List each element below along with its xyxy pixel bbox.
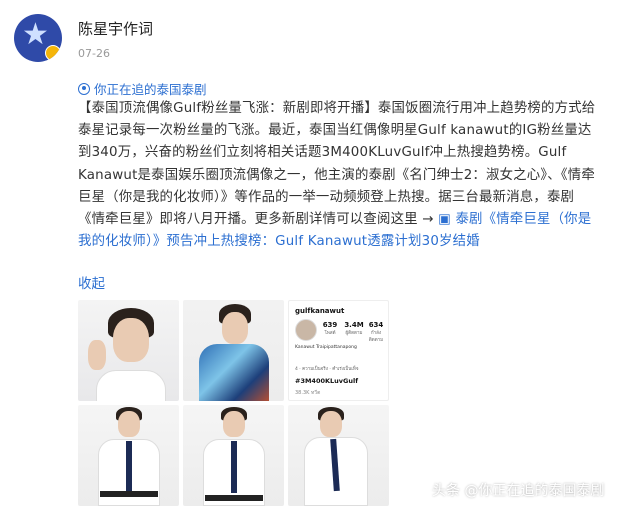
- ig-trend-line: 4 · ความเป็นจริง · คำเร่งเป็นเท็จ: [295, 367, 359, 372]
- ig-avatar: [295, 319, 317, 341]
- ig-posts-stat: 639 โพสต์: [322, 321, 338, 336]
- ig-fullname: Kanawut Traipipattanapong: [295, 345, 357, 350]
- photo-1[interactable]: [78, 300, 179, 401]
- ig-following-stat: 634 กำลังติดตาม: [368, 321, 384, 343]
- star-icon: ★: [22, 17, 49, 52]
- post-date: 07-26: [78, 47, 110, 60]
- ig-username: gulfkanawut: [295, 307, 345, 315]
- ig-views: 38.3K ทวีต: [295, 390, 321, 396]
- photo-2[interactable]: [183, 300, 284, 401]
- ig-hashtag: #3M400KLuvGulf: [295, 377, 359, 385]
- instagram-screenshot[interactable]: gulfkanawut 639 โพสต์ 3.4M ผู้ติดตาม 634 กำ…: [288, 300, 389, 401]
- post-body: 【泰国顶流偶像Gulf粉丝量飞涨：新剧即将开播】泰国饭圈流行用冲上趋势榜的方式给…: [78, 98, 596, 253]
- ig-followers-stat: 3.4M ผู้ติดตาม: [344, 321, 364, 336]
- post-text: 泰国饭圈流行用冲上趋势榜的方式给泰星记录每一次粉丝量的飞涨。最近，泰国当红偶像明…: [78, 101, 596, 228]
- collapse-button[interactable]: 收起: [78, 272, 105, 292]
- watermark: 头条 @你正在追的泰国泰剧: [432, 483, 605, 499]
- author-avatar[interactable]: ★: [14, 14, 62, 62]
- photo-4[interactable]: [78, 405, 179, 506]
- photo-6[interactable]: [288, 405, 389, 506]
- topic-link[interactable]: 你正在追的泰国泰剧: [78, 79, 207, 98]
- photo-5[interactable]: [183, 405, 284, 506]
- topic-icon: [78, 82, 90, 95]
- topic-label: 你正在追的泰国泰剧: [94, 82, 207, 97]
- verified-badge-icon: [45, 45, 61, 61]
- author-name[interactable]: 陈星宇作词: [78, 18, 153, 39]
- post-lead: 【泰国顶流偶像Gulf粉丝量飞涨：新剧即将开播】: [78, 101, 378, 116]
- arrow-icon: →: [422, 212, 434, 228]
